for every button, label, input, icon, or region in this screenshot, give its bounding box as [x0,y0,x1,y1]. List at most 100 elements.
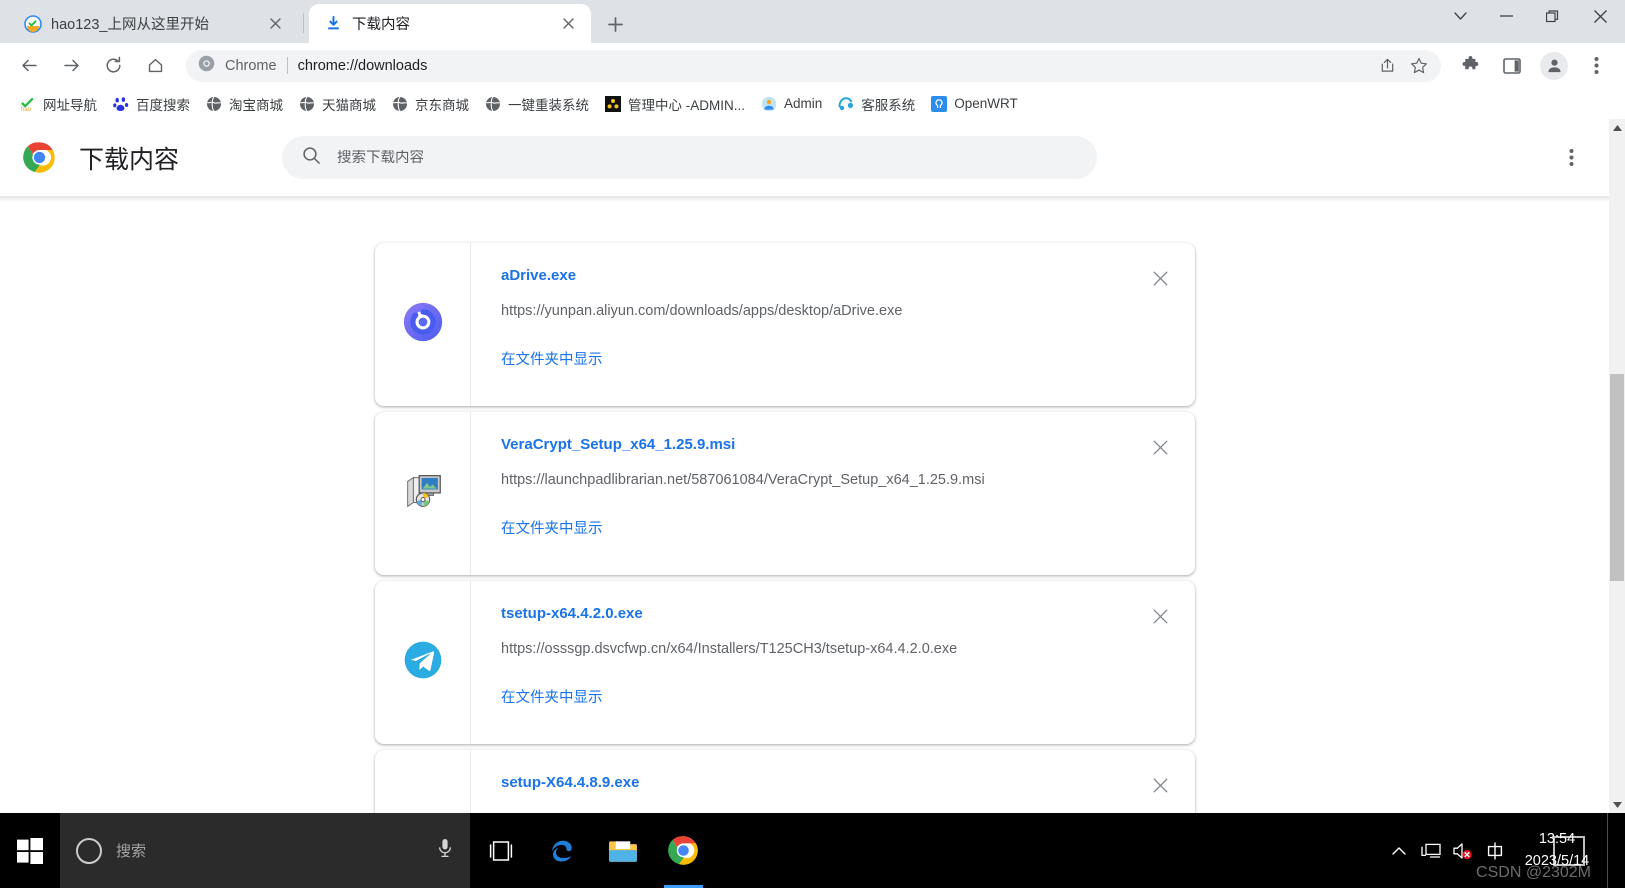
download-item-icon-cell [375,581,471,744]
download-item-tsetup[interactable]: tsetup-x64.4.2.0.exe https://osssgp.dsvc… [375,581,1195,744]
three-dot-menu-icon[interactable] [1555,142,1587,174]
download-url: https://osssgp.dsvcfwp.cn/x64/Installers… [501,641,958,657]
tab-search-button[interactable] [1437,0,1483,32]
bookmark-item-7[interactable]: Admin [753,91,830,117]
reload-icon[interactable] [96,49,130,83]
page-scrollbar[interactable] [1609,119,1625,813]
tab-close-button[interactable] [557,13,579,35]
bookmark-item-0[interactable]: hao 网址导航 [12,91,105,117]
bookmark-item-4[interactable]: 京东商城 [384,91,477,117]
taskbar-search-box[interactable]: 搜索 [60,813,470,888]
toolbar-right-actions [1449,49,1617,83]
chrome-logo-icon [198,55,215,77]
svg-text:hao: hao [21,107,32,112]
scroll-up-arrow[interactable] [1609,119,1625,136]
bookmark-item-5[interactable]: 一键重装系统 [477,91,597,117]
admin-icon [761,96,777,112]
download-file-name[interactable]: setup-X64.4.8.9.exe [501,774,1195,791]
bookmark-item-1[interactable]: 百度搜索 [105,91,198,117]
restore-button[interactable] [1529,0,1575,32]
baidu-icon [113,96,129,112]
share-icon[interactable] [1373,52,1401,80]
bookmark-item-8[interactable]: 客服系统 [830,91,923,117]
globe-icon [206,96,222,112]
bookmarks-bar: hao 网址导航 百度搜索 淘宝商城 天猫商城 京东商城 一键重装系统 管理中心… [0,88,1625,119]
download-item-body: VeraCrypt_Setup_x64_1.25.9.msi https://l… [471,412,1195,575]
speaker-muted-icon[interactable] [1447,813,1479,888]
star-icon[interactable] [1405,52,1433,80]
tab-title: 下载内容 [352,17,410,33]
forward-arrow-icon[interactable] [54,49,88,83]
bookmark-label: 淘宝商城 [229,97,283,113]
globe-icon [299,96,315,112]
download-icon [325,15,343,33]
bookmark-item-3[interactable]: 天猫商城 [291,91,384,117]
remove-download-button[interactable] [1147,772,1173,798]
chevron-up-icon[interactable] [1383,813,1415,888]
bookmark-item-9[interactable]: OpenWRT [923,91,1026,117]
side-panel-icon[interactable] [1495,49,1529,83]
edge-icon[interactable] [531,813,592,888]
download-item-veracrypt[interactable]: VeraCrypt_Setup_x64_1.25.9.msi https://l… [375,412,1195,575]
tab-close-button[interactable] [264,13,286,35]
download-item-icon-cell [375,412,471,575]
show-in-folder-link[interactable]: 在文件夹中显示 [501,686,603,707]
admin-center-icon [605,95,621,112]
hao123-bookmark-icon: hao [20,96,36,113]
puzzle-icon[interactable] [1453,49,1487,83]
new-tab-button[interactable] [600,9,630,39]
show-desktop-button[interactable] [1607,813,1619,888]
support-icon [838,96,854,112]
show-in-folder-link[interactable]: 在文件夹中显示 [501,348,603,369]
avatar-icon[interactable] [1540,51,1568,80]
download-url: https://launchpadlibrarian.net/587061084… [501,472,985,488]
browser-window: hao123_上网从这里开始 下载内容 Chrome chrome://down… [0,0,1625,888]
openwrt-icon [931,95,948,112]
chrome-logo-icon [23,141,56,174]
omnibox-divider [286,57,288,74]
remove-download-button[interactable] [1147,265,1173,291]
download-file-name[interactable]: aDrive.exe [501,267,1195,284]
close-window-button[interactable] [1575,0,1625,32]
show-in-folder-link[interactable]: 在文件夹中显示 [501,517,603,538]
omnibox-actions [1373,52,1433,80]
msi-installer-icon [400,468,446,519]
taskbar-search-placeholder: 搜索 [116,843,147,860]
home-icon[interactable] [138,49,172,83]
task-view-icon[interactable] [470,813,531,888]
back-arrow-icon[interactable] [12,49,46,83]
download-file-name[interactable]: tsetup-x64.4.2.0.exe [501,605,1195,622]
search-downloads-box[interactable] [282,136,1098,179]
minimize-button[interactable] [1483,0,1529,32]
chrome-icon[interactable] [653,813,714,888]
bookmark-label: 管理中心 -ADMIN... [628,97,745,113]
bookmark-label: OpenWRT [954,96,1018,111]
remove-download-button[interactable] [1147,603,1173,629]
three-dot-menu-icon[interactable] [1579,49,1613,83]
download-item-icon-cell [375,243,471,406]
address-bar[interactable]: Chrome chrome://downloads [186,49,1441,82]
bookmark-item-6[interactable]: 管理中心 -ADMIN... [597,91,753,117]
download-item-adrive[interactable]: aDrive.exe https://yunpan.aliyun.com/dow… [375,243,1195,406]
page-title: 下载内容 [79,145,180,174]
remove-download-button[interactable] [1147,434,1173,460]
download-item-body: setup-X64.4.8.9.exe [471,750,1195,813]
bookmark-item-2[interactable]: 淘宝商城 [198,91,291,117]
download-item-setup-x64[interactable]: setup-X64.4.8.9.exe [375,750,1195,813]
file-explorer-icon[interactable] [592,813,653,888]
monitor-network-icon[interactable] [1415,813,1447,888]
scrollbar-thumb[interactable] [1610,374,1624,581]
microphone-icon[interactable] [436,837,454,864]
browser-tab-hao123[interactable]: hao123_上网从这里开始 [8,4,298,43]
browser-tab-downloads[interactable]: 下载内容 [309,4,591,43]
omnibox-url-text: chrome://downloads [297,57,428,74]
ime-chinese-icon[interactable] [1479,813,1511,888]
downloads-page: 在文件夹中显示 [0,119,1625,813]
search-input[interactable] [337,149,1078,166]
adrive-icon [400,299,446,350]
scroll-down-arrow[interactable] [1609,796,1625,813]
downloads-list: 在文件夹中显示 [0,119,1609,813]
windows-logo-icon[interactable] [0,813,60,888]
header-shadow [0,196,1609,202]
download-file-name[interactable]: VeraCrypt_Setup_x64_1.25.9.msi [501,436,1195,453]
